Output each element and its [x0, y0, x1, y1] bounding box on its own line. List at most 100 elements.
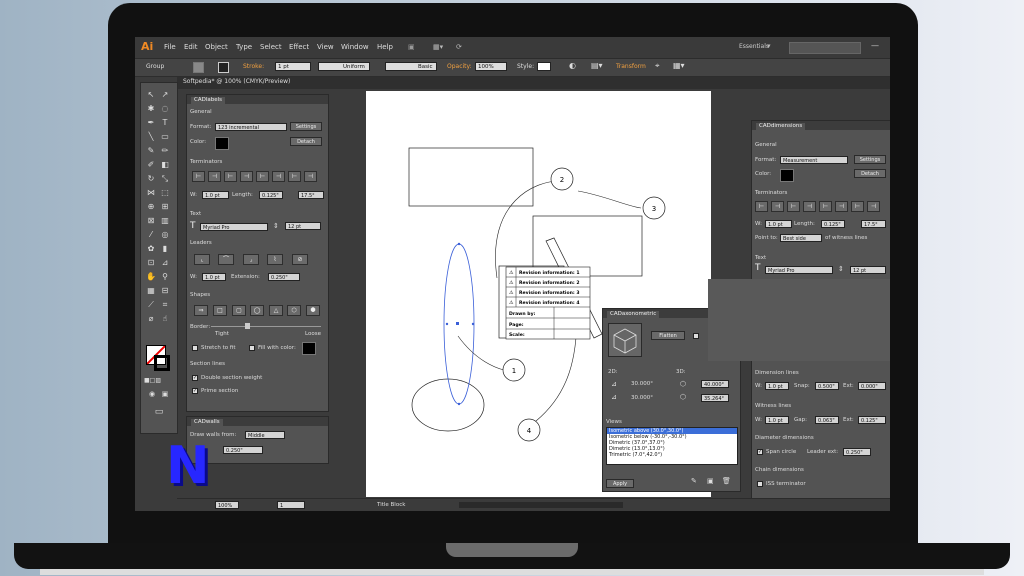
- cadaxonometric-tab[interactable]: CADaxonometric: [607, 311, 660, 318]
- dim-lines-w-field[interactable]: 1.0 pt: [765, 382, 789, 390]
- stroke-swatch[interactable]: [218, 62, 229, 73]
- terminator-6-icon[interactable]: ⊣: [272, 171, 285, 182]
- leader-2-icon[interactable]: ⌒: [218, 254, 234, 265]
- edit-view-icon[interactable]: ✎: [691, 477, 697, 485]
- symbol-sprayer-icon[interactable]: ✿: [145, 243, 157, 254]
- minimize-button[interactable]: —: [871, 41, 879, 50]
- angle-field[interactable]: 17.5°: [298, 191, 324, 199]
- border-slider[interactable]: [211, 326, 321, 327]
- witness-ext-field[interactable]: 0.125": [858, 416, 886, 424]
- dim-terminator-7-icon[interactable]: ⊢: [851, 201, 864, 212]
- dim-terminator-6-icon[interactable]: ⊣: [835, 201, 848, 212]
- detach-button[interactable]: Detach: [290, 137, 322, 146]
- menu-edit[interactable]: Edit: [184, 43, 198, 51]
- magic-wand-icon[interactable]: ✱: [145, 103, 157, 114]
- menu-object[interactable]: Object: [205, 43, 228, 51]
- shape-arrow-icon[interactable]: ⇒: [194, 305, 208, 316]
- draw-mode-icon[interactable]: ◉: [146, 389, 158, 400]
- menu-effect[interactable]: Effect: [289, 43, 309, 51]
- dim-settings-button[interactable]: Settings: [854, 155, 886, 164]
- lasso-icon[interactable]: ◌: [159, 103, 171, 114]
- dim-color-swatch[interactable]: [780, 169, 794, 182]
- line-tool-icon[interactable]: ╲: [145, 131, 157, 142]
- style-swatch[interactable]: [537, 62, 551, 71]
- dim-angle-field[interactable]: 17.5°: [861, 220, 886, 228]
- dim-font-size-select[interactable]: 12 pt: [850, 266, 886, 274]
- terminator-4-icon[interactable]: ⊣: [240, 171, 253, 182]
- change-screen-mode-icon[interactable]: ▭: [153, 407, 165, 418]
- panel-menu-icon[interactable]: ▦▾: [673, 61, 685, 70]
- rectangle-tool-icon[interactable]: ▭: [159, 131, 171, 142]
- fill-color-checkbox[interactable]: [249, 345, 255, 351]
- isolate-icon[interactable]: ⌖: [655, 61, 660, 71]
- dim-detach-button[interactable]: Detach: [854, 169, 886, 178]
- draw-walls-select[interactable]: Middle: [245, 431, 285, 439]
- fill-color-swatch[interactable]: [302, 342, 316, 355]
- menu-select[interactable]: Select: [260, 43, 282, 51]
- font-size-select[interactable]: 12 pt: [285, 222, 321, 230]
- leader-ext-field[interactable]: 0.250": [843, 448, 871, 456]
- page-field[interactable]: 1: [277, 501, 305, 509]
- terminator-3-icon[interactable]: ⊢: [224, 171, 237, 182]
- flatten-button[interactable]: Flatten: [651, 331, 685, 340]
- settings-button[interactable]: Settings: [290, 122, 322, 131]
- arrange-documents-icon[interactable]: ▦▾: [433, 43, 443, 51]
- selection-tool-icon[interactable]: ↖: [145, 89, 157, 100]
- document-tab[interactable]: Softpedia* @ 100% (CMYK/Preview): [183, 78, 290, 85]
- workspace-switcher[interactable]: Essentials: [739, 43, 769, 50]
- dim-terminator-2-icon[interactable]: ⊣: [771, 201, 784, 212]
- brush-tool-icon[interactable]: ✎: [145, 145, 157, 156]
- pencil-tool-icon[interactable]: ✏: [159, 145, 171, 156]
- recolor-icon[interactable]: ◐: [569, 61, 576, 70]
- views-list[interactable]: Isometric above (30.0°,30.0°) Isometric …: [606, 427, 738, 465]
- terminator-5-icon[interactable]: ⊢: [256, 171, 269, 182]
- gradient-tool-icon[interactable]: ▥: [159, 215, 171, 226]
- witness-w-field[interactable]: 1.0 pt: [765, 416, 789, 424]
- brush-select[interactable]: Basic: [385, 62, 437, 71]
- transform-link[interactable]: Transform: [616, 63, 646, 70]
- terminator-7-icon[interactable]: ⊢: [288, 171, 301, 182]
- apply-button[interactable]: Apply: [606, 479, 634, 488]
- menu-file[interactable]: File: [164, 43, 176, 51]
- dim-length-field[interactable]: 0.125": [821, 220, 845, 228]
- zoom-field[interactable]: 100%: [215, 501, 239, 509]
- new-view-icon[interactable]: ▣: [707, 477, 714, 485]
- format-select[interactable]: 123 incremental: [215, 123, 287, 131]
- length-field[interactable]: 0.125": [259, 191, 283, 199]
- point-to-select[interactable]: Best side: [780, 234, 822, 242]
- blend-tool-icon[interactable]: ◎: [159, 229, 171, 240]
- zoom-tool-icon[interactable]: ⚲: [159, 271, 171, 282]
- menu-help[interactable]: Help: [377, 43, 393, 51]
- delete-view-icon[interactable]: 🗑: [722, 477, 731, 485]
- opacity-field[interactable]: 100%: [475, 62, 507, 71]
- align-icon[interactable]: ▤▾: [591, 61, 603, 70]
- blob-brush-icon[interactable]: ✐: [145, 159, 157, 170]
- hand-tool-icon[interactable]: ✋: [145, 271, 157, 282]
- dim-format-select[interactable]: Measurement: [780, 156, 848, 164]
- shape-hexagon-icon[interactable]: ⬡: [287, 305, 301, 316]
- double-weight-checkbox[interactable]: ✓: [192, 375, 198, 381]
- prime-section-checkbox[interactable]: ✓: [192, 388, 198, 394]
- shape-circle-icon[interactable]: ◯: [250, 305, 264, 316]
- tool-hand-icon[interactable]: ☝: [159, 313, 171, 324]
- screen-mode-icon[interactable]: ▣: [159, 389, 171, 400]
- bridge-icon[interactable]: ▣: [408, 43, 415, 51]
- perspective-grid-icon[interactable]: ⊞: [159, 201, 171, 212]
- eyedropper-icon[interactable]: ⁄: [145, 229, 157, 240]
- shape-rounded-icon[interactable]: ▢: [232, 305, 246, 316]
- wall-thickness-field[interactable]: 0.250": [223, 446, 263, 454]
- crop-tool-icon[interactable]: ⌗: [159, 299, 171, 310]
- leader-w-field[interactable]: 1.0 pt: [202, 273, 226, 281]
- print-tiling-icon[interactable]: ⊟: [159, 285, 171, 296]
- dim-font-select[interactable]: Myriad Pro: [765, 266, 833, 274]
- rotate-tool-icon[interactable]: ↻: [145, 173, 157, 184]
- measure-tool-icon[interactable]: ⌀: [145, 313, 157, 324]
- span-circle-checkbox[interactable]: ✓: [757, 449, 763, 455]
- menu-type[interactable]: Type: [236, 43, 252, 51]
- chart-tool-icon[interactable]: ▦: [145, 285, 157, 296]
- leader-4-icon[interactable]: ⌇: [267, 254, 283, 265]
- knife-tool-icon[interactable]: ⟋: [145, 299, 157, 310]
- dim-terminator-3-icon[interactable]: ⊢: [787, 201, 800, 212]
- caddimensions-tab[interactable]: CADdimensions: [756, 123, 806, 130]
- shape-square-icon[interactable]: □: [213, 305, 227, 316]
